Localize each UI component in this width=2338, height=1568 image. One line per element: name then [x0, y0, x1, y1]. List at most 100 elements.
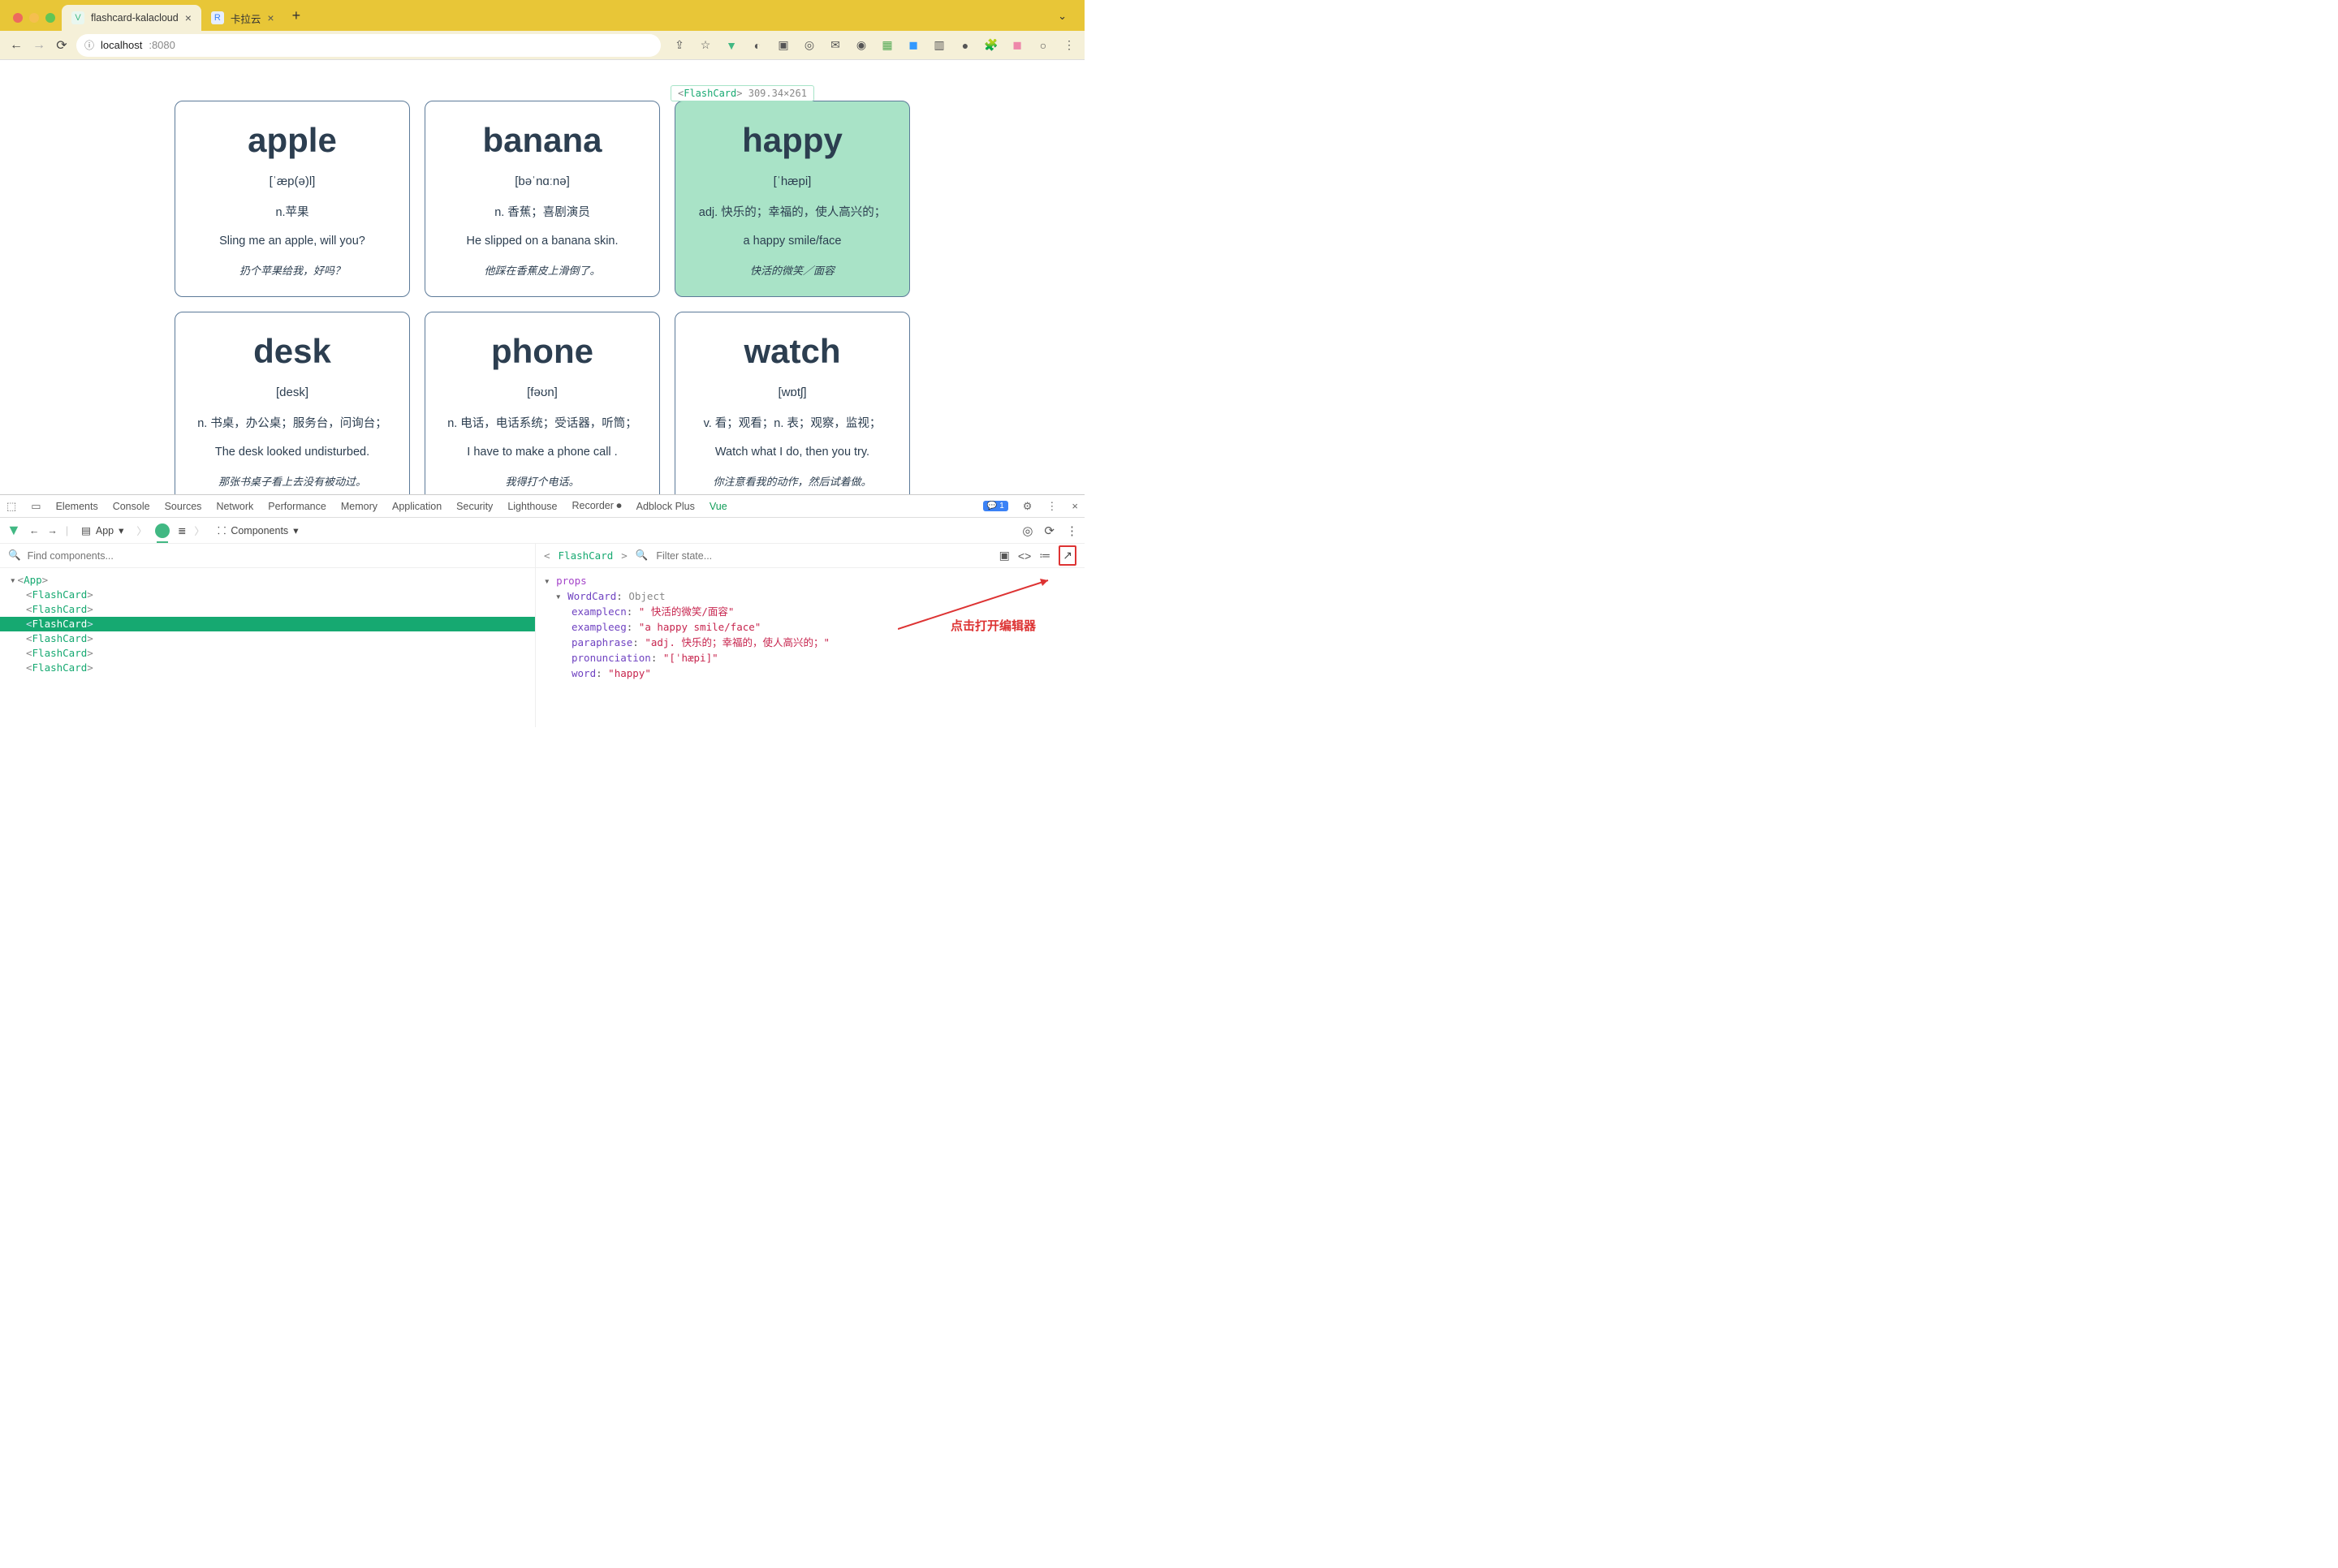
card-example: Sling me an apple, will you?: [219, 235, 365, 248]
tree-node[interactable]: <FlashCard>: [0, 646, 535, 661]
tab-title: flashcard-kalacloud: [91, 12, 179, 24]
flashcard[interactable]: phone [fəʊn] n. 电话，电话系统；受话器，听筒； I have t…: [425, 312, 660, 494]
vue-favicon-icon: V: [71, 11, 84, 24]
tree-node[interactable]: <FlashCard>: [0, 617, 535, 631]
component-tree: ▾<App><FlashCard><FlashCard><FlashCard><…: [0, 568, 535, 680]
target-icon[interactable]: ◎: [1022, 523, 1033, 538]
filter-state-input[interactable]: [656, 550, 990, 562]
tree-node[interactable]: <FlashCard>: [0, 602, 535, 617]
back-button[interactable]: ←: [8, 38, 24, 53]
extension-icons: ⇪ ☆ ▼ ◐ ▣ ◎ ✉ ◉ ▦ ◼ ▥ ● 🧩 ◼ ○ ⋮: [672, 38, 1076, 53]
flashcard[interactable]: apple [ˈæp(ə)l] n.苹果 Sling me an apple, …: [175, 101, 410, 297]
browser-tab-active[interactable]: V flashcard-kalacloud ×: [62, 5, 201, 31]
tree-node[interactable]: <FlashCard>: [0, 588, 535, 602]
refresh-icon[interactable]: ⟳: [1044, 523, 1055, 538]
ext-icon[interactable]: ●: [958, 38, 973, 53]
inspect-element-icon[interactable]: ⬚: [6, 500, 16, 513]
find-components-input[interactable]: [28, 550, 527, 562]
tabs-overflow-icon[interactable]: ⌄: [1058, 10, 1078, 31]
timeline-icon[interactable]: ≣: [178, 524, 186, 536]
tree-node[interactable]: <FlashCard>: [0, 631, 535, 646]
ext-icon[interactable]: ▦: [880, 38, 895, 53]
ext-icon[interactable]: ◼: [1010, 38, 1024, 53]
issues-badge[interactable]: 💬 1: [983, 501, 1008, 511]
prop-value[interactable]: "[ˈhæpi]": [663, 652, 718, 664]
tree-root[interactable]: ▾<App>: [0, 573, 535, 588]
prop-value[interactable]: " 快活的微笑/面容": [639, 605, 735, 618]
devtools-tab[interactable]: Sources: [165, 501, 202, 512]
url-input[interactable]: ⓘ localhost:8080: [76, 34, 661, 57]
scroll-into-view-icon[interactable]: ▣: [999, 549, 1010, 562]
ext-icon[interactable]: ◎: [802, 38, 817, 53]
devtools-tab[interactable]: Lighthouse: [507, 501, 557, 512]
close-tab-icon[interactable]: ×: [267, 11, 274, 24]
browser-tab[interactable]: R 卡拉云 ×: [201, 5, 284, 31]
flashcard-grid: apple [ˈæp(ə)l] n.苹果 Sling me an apple, …: [0, 60, 1085, 494]
ext-icon[interactable]: ✉: [828, 38, 843, 53]
ext-icon[interactable]: ▼: [724, 38, 739, 53]
inspector-mode-icon[interactable]: [155, 523, 170, 538]
devtools-tab[interactable]: Security: [456, 501, 493, 512]
ext-icon[interactable]: ◼: [906, 38, 921, 53]
extensions-icon[interactable]: 🧩: [984, 38, 999, 53]
more-icon[interactable]: ⋮: [1046, 500, 1057, 513]
devtools-tab[interactable]: Vue: [710, 501, 727, 512]
ext-icon[interactable]: ◐: [750, 38, 765, 53]
prop-value[interactable]: "adj. 快乐的；幸福的，使人高兴的；": [645, 636, 830, 648]
minimize-window-icon[interactable]: [29, 13, 39, 23]
components-selector[interactable]: ⸬ Components ▾: [213, 521, 304, 540]
forward-button[interactable]: →: [31, 38, 47, 53]
vue-devtools-body: 🔍 ▾<App><FlashCard><FlashCard><FlashCard…: [0, 544, 1085, 727]
settings-icon[interactable]: ⚙: [1023, 500, 1033, 513]
filter-icon[interactable]: ≔: [1039, 549, 1050, 562]
devtools-tab[interactable]: Console: [113, 501, 150, 512]
site-info-icon[interactable]: ⓘ: [84, 38, 94, 52]
menu-icon[interactable]: ⋮: [1062, 38, 1076, 53]
devtools-tabs: ⬚ ▭ Elements Console Sources Network Perform…: [0, 495, 1085, 518]
close-devtools-icon[interactable]: ×: [1072, 500, 1078, 512]
card-pronunciation: [desk]: [276, 386, 308, 399]
devtools-tab[interactable]: Network: [216, 501, 253, 512]
flashcard[interactable]: desk [desk] n. 书桌，办公桌；服务台，问询台； The desk …: [175, 312, 410, 494]
devtools-tab[interactable]: Elements: [56, 501, 98, 512]
prop-value[interactable]: "happy": [608, 667, 651, 679]
flashcard[interactable]: banana [bəˈnɑːnə] n. 香蕉；喜剧演员 He slipped …: [425, 101, 660, 297]
history-forward-icon[interactable]: →: [47, 525, 58, 536]
share-icon[interactable]: ⇪: [672, 38, 687, 53]
card-paraphrase: n.苹果: [275, 203, 308, 220]
flashcard[interactable]: happy [ˈhæpi] adj. 快乐的；幸福的，使人高兴的； a happ…: [675, 101, 910, 297]
bookmark-icon[interactable]: ☆: [698, 38, 713, 53]
close-window-icon[interactable]: [13, 13, 23, 23]
show-render-code-icon[interactable]: <>: [1018, 549, 1031, 562]
history-back-icon[interactable]: ←: [29, 525, 40, 536]
card-pronunciation: [bəˈnɑːnə]: [515, 174, 570, 188]
prop-value[interactable]: "a happy smile/face": [639, 621, 761, 633]
app-selector[interactable]: ▤ App ▾: [76, 522, 128, 539]
ext-icon[interactable]: ▣: [776, 38, 791, 53]
card-example: The desk looked undisturbed.: [215, 446, 369, 459]
devtools-tab[interactable]: Performance: [268, 501, 326, 512]
new-tab-button[interactable]: +: [284, 7, 309, 31]
search-icon: 🔍: [8, 549, 21, 562]
card-pronunciation: [wɒtʃ]: [778, 386, 806, 399]
device-toolbar-icon[interactable]: ▭: [31, 500, 41, 513]
ext-icon[interactable]: ◉: [854, 38, 869, 53]
card-paraphrase: v. 看；观看；n. 表；观察，监视；: [704, 414, 882, 431]
devtools-tab[interactable]: Recorder ⏺: [572, 500, 621, 512]
more-icon[interactable]: ⋮: [1066, 523, 1078, 538]
ext-icon[interactable]: ○: [1036, 38, 1050, 53]
ext-icon[interactable]: ▥: [932, 38, 947, 53]
close-tab-icon[interactable]: ×: [185, 11, 192, 24]
selected-component-name: FlashCard: [559, 549, 614, 562]
annotation-text: 点击打开编辑器: [951, 617, 1036, 634]
window-controls: [6, 13, 62, 31]
tree-node[interactable]: <FlashCard>: [0, 661, 535, 675]
open-in-editor-icon[interactable]: ↗: [1059, 545, 1076, 566]
devtools-tab[interactable]: Application: [392, 501, 442, 512]
devtools-tab[interactable]: Memory: [341, 501, 377, 512]
card-paraphrase: adj. 快乐的；幸福的，使人高兴的；: [699, 203, 886, 220]
devtools-tab[interactable]: Adblock Plus: [636, 501, 695, 512]
flashcard[interactable]: watch [wɒtʃ] v. 看；观看；n. 表；观察，监视； Watch w…: [675, 312, 910, 494]
reload-button[interactable]: ⟳: [54, 37, 70, 54]
maximize-window-icon[interactable]: [45, 13, 55, 23]
